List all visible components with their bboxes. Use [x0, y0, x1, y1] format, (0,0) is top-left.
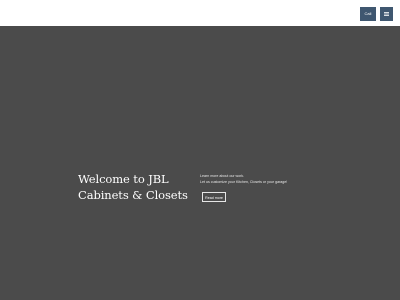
read-more-button[interactable]: Read more	[202, 192, 226, 202]
page: Call Welcome to JBL Cabinets & Closets L…	[0, 0, 400, 300]
hero-title: Welcome to JBL Cabinets & Closets	[78, 172, 188, 202]
hero-text-line-1: Learn more about our work.	[200, 174, 245, 178]
hero-section	[0, 26, 400, 300]
call-button[interactable]: Call	[360, 7, 376, 21]
hero-text-line-2: Let us customize your Kitchen, Closets o…	[200, 180, 288, 184]
menu-button[interactable]	[380, 7, 393, 21]
top-bar: Call	[0, 0, 400, 26]
hamburger-icon	[384, 12, 389, 16]
